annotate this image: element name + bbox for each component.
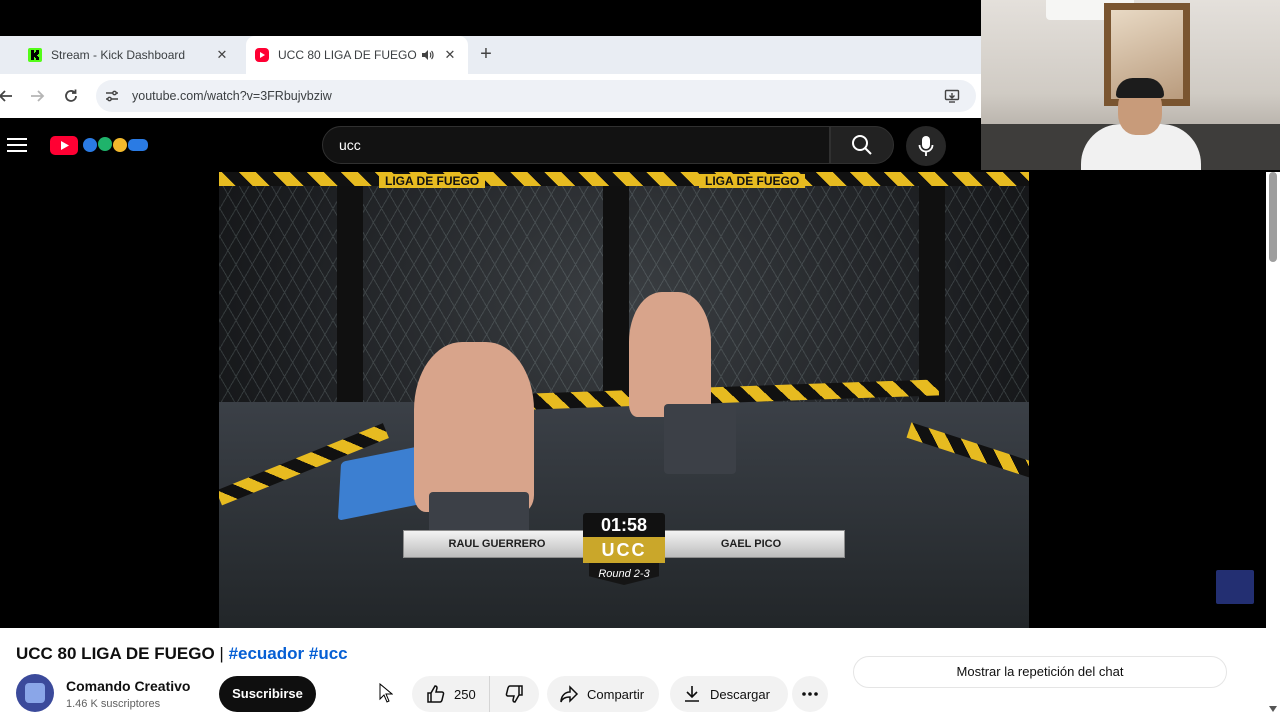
tab-kick-dashboard[interactable]: Stream - Kick Dashboard ✕ xyxy=(0,36,240,74)
close-icon[interactable]: ✕ xyxy=(214,47,230,63)
more-actions-button[interactable] xyxy=(792,676,828,712)
mouse-cursor-icon xyxy=(379,683,393,703)
microphone-icon xyxy=(918,136,934,156)
youtube-favicon-icon xyxy=(255,48,269,62)
video-title: UCC 80 LIGA DE FUEGO | #ecuador #ucc xyxy=(16,644,348,664)
download-button[interactable]: Descargar xyxy=(670,676,788,712)
round-label: Round 2-3 xyxy=(589,563,659,585)
video-player[interactable]: LIGA DE FUEGO LIGA DE FUEGO RAUL GUERRER… xyxy=(0,172,1266,628)
page-scrollbar[interactable] xyxy=(1266,172,1280,720)
round-timer: 01:58 xyxy=(583,513,665,537)
share-button[interactable]: Compartir xyxy=(547,676,659,712)
search-icon xyxy=(852,135,872,155)
tab-youtube-video[interactable]: UCC 80 LIGA DE FUEGO | #e ✕ xyxy=(246,36,468,74)
forward-arrow-icon[interactable] xyxy=(27,86,47,106)
search-input[interactable]: ucc xyxy=(322,126,830,164)
webcam-overlay xyxy=(981,0,1280,170)
back-arrow-icon[interactable] xyxy=(0,86,16,106)
browser-toolbar: youtube.com/watch?v=3FRbujvbziw xyxy=(0,74,981,118)
tab-title: Stream - Kick Dashboard xyxy=(51,48,186,62)
hashtag-link[interactable]: #ecuador xyxy=(229,644,305,663)
tab-title: UCC 80 LIGA DE FUEGO | #e xyxy=(278,48,420,62)
channel-avatar[interactable] xyxy=(16,674,54,712)
like-button[interactable]: 250 xyxy=(412,676,490,712)
fighter-right xyxy=(629,292,711,417)
share-icon xyxy=(560,685,579,703)
kick-favicon-icon xyxy=(28,48,42,62)
share-label: Compartir xyxy=(587,686,645,702)
channel-watermark[interactable] xyxy=(1216,570,1254,604)
download-label: Descargar xyxy=(710,686,770,702)
like-count: 250 xyxy=(454,686,476,702)
round-timer-badge: 01:58 UCC Round 2-3 xyxy=(583,513,665,591)
thumbs-up-icon xyxy=(427,685,445,703)
subscribe-button[interactable]: Suscribirse xyxy=(219,676,316,712)
search-query: ucc xyxy=(339,137,361,153)
speaker-icon[interactable] xyxy=(420,48,434,62)
browser-tab-strip: Stream - Kick Dashboard ✕ UCC 80 LIGA DE… xyxy=(0,36,981,74)
subscriber-count: 1.46 K suscriptores xyxy=(66,698,161,710)
channel-name[interactable]: Comando Creativo xyxy=(66,678,190,694)
site-settings-icon[interactable] xyxy=(104,88,120,104)
fighter-right-shorts xyxy=(664,404,736,474)
url-text: youtube.com/watch?v=3FRbujvbziw xyxy=(132,89,332,103)
reload-icon[interactable] xyxy=(61,86,81,106)
title-separator: | xyxy=(219,644,224,663)
voice-search-button[interactable] xyxy=(906,126,946,166)
address-bar[interactable]: youtube.com/watch?v=3FRbujvbziw xyxy=(96,80,976,112)
fighter-right-name: GAEL PICO xyxy=(720,538,782,550)
scrollbar-thumb[interactable] xyxy=(1269,172,1277,262)
install-app-icon[interactable] xyxy=(944,88,960,104)
download-icon xyxy=(685,686,699,702)
ucc-logo: UCC xyxy=(583,537,665,563)
fighter-left xyxy=(414,342,534,512)
close-icon[interactable]: ✕ xyxy=(442,47,458,63)
menu-icon[interactable] xyxy=(7,135,27,155)
video-frame[interactable]: LIGA DE FUEGO LIGA DE FUEGO RAUL GUERRER… xyxy=(219,172,1029,628)
hashtag-link[interactable]: #ucc xyxy=(309,644,348,663)
show-chat-replay-button[interactable]: Mostrar la repetición del chat xyxy=(853,656,1227,688)
thumbs-down-icon xyxy=(505,685,523,703)
youtube-header: ucc xyxy=(0,118,981,172)
cage-top-hazard xyxy=(219,172,1029,186)
search-button[interactable] xyxy=(830,126,894,164)
like-dislike-group: 250 xyxy=(412,676,539,712)
streamer-cap xyxy=(1116,78,1164,98)
dislike-button[interactable] xyxy=(490,684,538,704)
fighter-left-name: RAUL GUERRERO xyxy=(448,538,546,550)
new-tab-button[interactable]: + xyxy=(476,36,496,74)
video-title-text: UCC 80 LIGA DE FUEGO xyxy=(16,644,215,663)
youtube-logo[interactable] xyxy=(50,134,150,156)
video-info: UCC 80 LIGA DE FUEGO | #ecuador #ucc Com… xyxy=(0,628,1266,720)
more-horizontal-icon xyxy=(802,692,818,696)
scroll-down-arrow-icon[interactable] xyxy=(1269,706,1277,712)
